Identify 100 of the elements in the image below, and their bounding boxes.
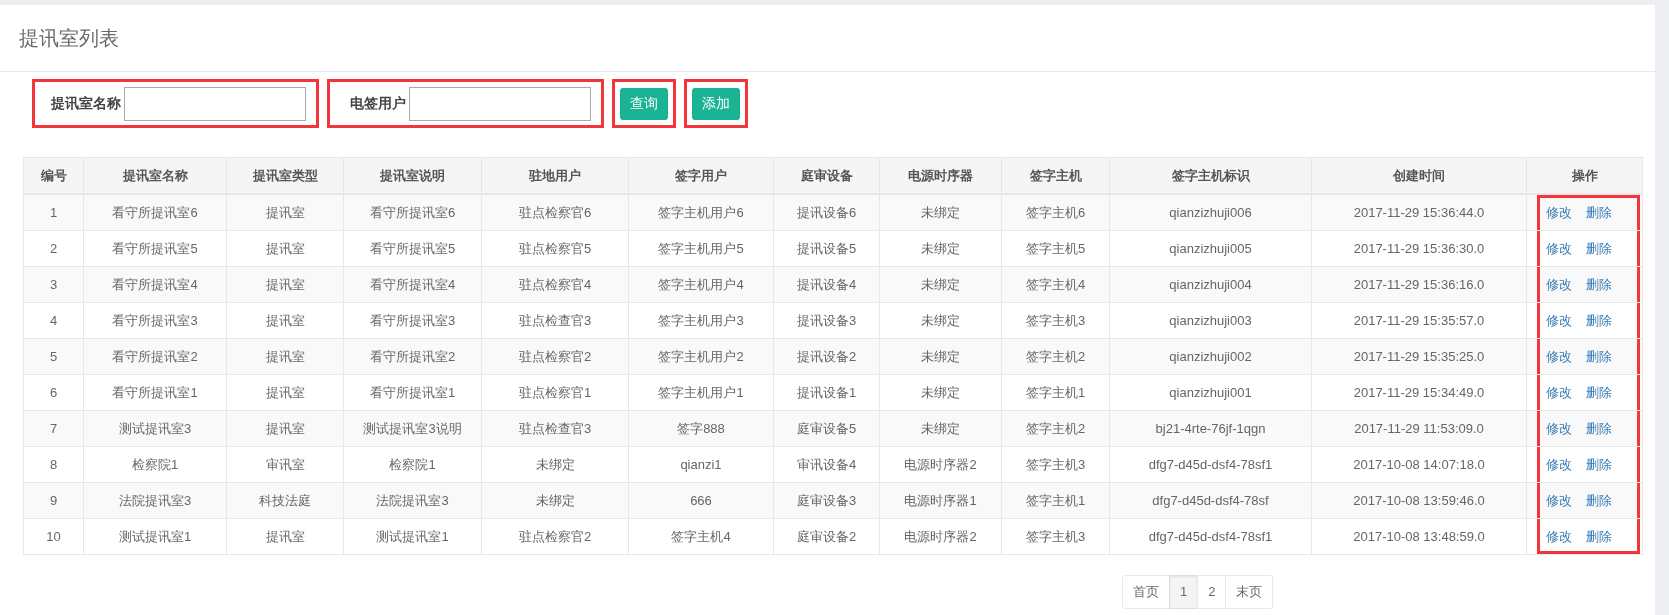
table-cell: 看守所提讯室2 <box>83 338 227 375</box>
table-cell: 看守所提讯室6 <box>343 194 482 231</box>
table-cell: 驻点检察官2 <box>481 338 629 375</box>
table-cell: 提讯设备1 <box>773 374 880 411</box>
column-header: 编号 <box>23 157 84 194</box>
add-button[interactable]: 添加 <box>692 87 740 120</box>
table-cell: 未绑定 <box>481 446 629 483</box>
column-header: 提讯室名称 <box>83 157 227 194</box>
table-cell: 5 <box>23 338 84 375</box>
table-cell: 未绑定 <box>879 410 1002 447</box>
table-cell: 提讯设备5 <box>773 230 880 267</box>
table-cell: 6 <box>23 374 84 411</box>
table-cell: 2017-11-29 15:36:30.0 <box>1311 230 1527 267</box>
table-cell: 1 <box>23 194 84 231</box>
page-link[interactable]: 2 <box>1197 575 1227 609</box>
filter-label: 电签用户 <box>350 94 406 113</box>
table-cell: 审讯设备4 <box>773 446 880 483</box>
table-cell: 提讯室 <box>226 338 344 375</box>
table-cell: 电源时序器2 <box>879 518 1002 555</box>
table-cell: 8 <box>23 446 84 483</box>
edit-link[interactable]: 修改 <box>1546 239 1572 258</box>
delete-link[interactable]: 删除 <box>1586 527 1612 546</box>
table-cell: 提讯室 <box>226 194 344 231</box>
delete-link[interactable]: 删除 <box>1586 275 1612 294</box>
table-cell: 测试提讯室1 <box>83 518 227 555</box>
table-cell: 看守所提讯室6 <box>83 194 227 231</box>
table-cell: 驻点检查官3 <box>481 410 629 447</box>
edit-link[interactable]: 修改 <box>1546 203 1572 222</box>
page-link[interactable]: 1 <box>1169 575 1199 609</box>
edit-link[interactable]: 修改 <box>1546 311 1572 330</box>
table-cell: 驻点检察官4 <box>481 266 629 303</box>
column-header: 创建时间 <box>1311 157 1527 194</box>
table-cell: 提讯设备3 <box>773 302 880 339</box>
delete-link[interactable]: 删除 <box>1586 347 1612 366</box>
table-cell: 签字主机用户6 <box>628 194 774 231</box>
search-field[interactable] <box>124 86 306 121</box>
column-header: 电源时序器 <box>879 157 1002 194</box>
table-cell: 提讯室 <box>226 230 344 267</box>
table-cell: 2017-11-29 15:35:25.0 <box>1311 338 1527 375</box>
table-cell: 庭审设备5 <box>773 410 880 447</box>
query-button[interactable]: 查询 <box>620 87 668 120</box>
search-field[interactable] <box>409 86 591 121</box>
table-cell: 看守所提讯室1 <box>343 374 482 411</box>
table-cell: 驻点检察官5 <box>481 230 629 267</box>
table-cell: 提讯室 <box>226 374 344 411</box>
delete-link[interactable]: 删除 <box>1586 455 1612 474</box>
table-cell: 签字主机4 <box>1001 266 1110 303</box>
table-cell: 签字主机1 <box>1001 482 1110 519</box>
table-cell: 签字主机用户2 <box>628 338 774 375</box>
table-cell: 签字主机用户4 <box>628 266 774 303</box>
edit-link[interactable]: 修改 <box>1546 455 1572 474</box>
table-cell: 签字主机4 <box>628 518 774 555</box>
table-cell: 9 <box>23 482 84 519</box>
table-cell: 测试提讯室3说明 <box>343 410 482 447</box>
table-cell: 看守所提讯室4 <box>343 266 482 303</box>
table-cell: qianzizhuji004 <box>1109 266 1312 303</box>
edit-link[interactable]: 修改 <box>1546 347 1572 366</box>
table-cell: 2017-11-29 15:35:57.0 <box>1311 302 1527 339</box>
table-cell: 签字主机用户1 <box>628 374 774 411</box>
column-header: 驻地用户 <box>481 157 629 194</box>
delete-link[interactable]: 删除 <box>1586 491 1612 510</box>
table-cell: 2017-11-29 15:34:49.0 <box>1311 374 1527 411</box>
delete-link[interactable]: 删除 <box>1586 419 1612 438</box>
delete-link[interactable]: 删除 <box>1586 311 1612 330</box>
table-cell: qianzizhuji001 <box>1109 374 1312 411</box>
edit-link[interactable]: 修改 <box>1546 275 1572 294</box>
table-cell: 2017-11-29 15:36:44.0 <box>1311 194 1527 231</box>
table-cell: 666 <box>628 482 774 519</box>
table-cell: 看守所提讯室1 <box>83 374 227 411</box>
edit-link[interactable]: 修改 <box>1546 491 1572 510</box>
delete-link[interactable]: 删除 <box>1586 239 1612 258</box>
table-cell: qianzi1 <box>628 446 774 483</box>
table-cell: 签字主机2 <box>1001 338 1110 375</box>
table-cell: 未绑定 <box>879 194 1002 231</box>
column-header: 提讯室说明 <box>343 157 482 194</box>
table-cell: 未绑定 <box>879 302 1002 339</box>
delete-link[interactable]: 删除 <box>1586 203 1612 222</box>
table-cell: 驻点检查官3 <box>481 302 629 339</box>
column-header: 庭审设备 <box>773 157 880 194</box>
table-cell: 提讯室 <box>226 518 344 555</box>
table-cell: 提讯设备4 <box>773 266 880 303</box>
delete-link[interactable]: 删除 <box>1586 383 1612 402</box>
page-title: 提讯室列表 <box>0 5 1655 72</box>
table-cell: 未绑定 <box>879 374 1002 411</box>
table-cell: 看守所提讯室5 <box>343 230 482 267</box>
table-cell: dfg7-d45d-dsf4-78sf1 <box>1109 518 1312 555</box>
edit-link[interactable]: 修改 <box>1546 419 1572 438</box>
table-cell: qianzizhuji002 <box>1109 338 1312 375</box>
table-cell: dfg7-d45d-dsf4-78sf <box>1109 482 1312 519</box>
edit-link[interactable]: 修改 <box>1546 383 1572 402</box>
table-cell: 驻点检察官6 <box>481 194 629 231</box>
edit-link[interactable]: 修改 <box>1546 527 1572 546</box>
table-cell: 看守所提讯室4 <box>83 266 227 303</box>
table-cell: 2017-10-08 13:48:59.0 <box>1311 518 1527 555</box>
page-link[interactable]: 首页 <box>1122 575 1170 609</box>
table-cell: 驻点检察官2 <box>481 518 629 555</box>
table-cell: 7 <box>23 410 84 447</box>
table-cell: 检察院1 <box>83 446 227 483</box>
page-link[interactable]: 末页 <box>1225 575 1274 609</box>
table-cell: 提讯设备2 <box>773 338 880 375</box>
